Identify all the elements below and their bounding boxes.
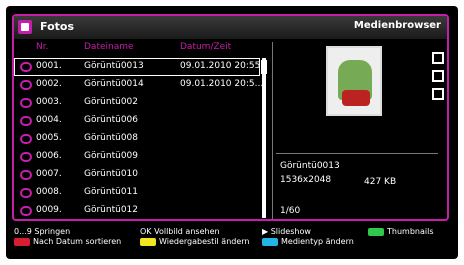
photo-preview bbox=[326, 46, 382, 116]
panel-divider bbox=[272, 42, 273, 219]
image-file-icon bbox=[20, 188, 32, 198]
column-header-datetime[interactable]: Datum/Zeit bbox=[180, 42, 231, 52]
jump-hint: 0...9 Springen bbox=[14, 227, 71, 236]
file-position: 1/60 bbox=[280, 206, 301, 216]
title-bar: Fotos Medienbrowser bbox=[14, 16, 447, 39]
file-row[interactable]: 0005. Görüntü008 bbox=[14, 130, 260, 148]
green-key bbox=[368, 227, 384, 236]
play-icon: ▶ bbox=[262, 227, 269, 236]
image-file-icon bbox=[20, 206, 32, 216]
page-title: Fotos bbox=[40, 20, 74, 33]
selected-file-name: Görüntü0013 bbox=[280, 161, 340, 171]
file-row[interactable]: 0009. Görüntü012 bbox=[14, 202, 260, 220]
red-key bbox=[14, 237, 30, 246]
details-divider bbox=[276, 153, 438, 154]
ok-key: OK bbox=[140, 227, 152, 236]
playback-hint: Wiedergabestil ändern bbox=[140, 237, 250, 246]
selected-file-resolution: 1536x2048 bbox=[280, 175, 332, 185]
image-file-icon bbox=[20, 62, 32, 72]
yellow-key bbox=[140, 237, 156, 246]
file-row[interactable]: 0008. Görüntü011 bbox=[14, 184, 260, 202]
image-file-icon bbox=[20, 152, 32, 162]
file-list: 0001. Görüntü0013 09.01.2010 20:55:. 0002.… bbox=[14, 58, 266, 220]
file-row[interactable]: 0003. Görüntü002 bbox=[14, 94, 260, 112]
image-file-icon bbox=[20, 98, 32, 108]
slideshow-hint: ▶ Slideshow bbox=[262, 227, 311, 236]
image-file-icon bbox=[20, 80, 32, 90]
image-file-icon bbox=[20, 170, 32, 180]
file-row[interactable]: 0006. Görüntü009 bbox=[14, 148, 260, 166]
sort-hint: Nach Datum sortieren bbox=[14, 237, 121, 246]
file-row[interactable]: 0007. Görüntü010 bbox=[14, 166, 260, 184]
blue-key bbox=[262, 237, 278, 246]
column-header-filename[interactable]: Dateiname bbox=[84, 42, 134, 52]
thumbnails-hint: Thumbnails bbox=[368, 227, 433, 236]
stop-icon[interactable] bbox=[432, 88, 444, 100]
file-list-scrollbar[interactable] bbox=[261, 58, 267, 218]
number-keys: 0...9 bbox=[14, 227, 32, 236]
fullscreen-hint: OK Vollbild ansehen bbox=[140, 227, 220, 236]
repeat-icon[interactable] bbox=[432, 52, 444, 64]
shuffle-icon[interactable] bbox=[432, 70, 444, 82]
selected-file-size: 427 KB bbox=[364, 177, 397, 187]
photo-icon bbox=[18, 20, 32, 34]
image-file-icon bbox=[20, 134, 32, 144]
media-type-hint: Medientyp ändern bbox=[262, 237, 354, 246]
scrollbar-thumb[interactable] bbox=[261, 60, 267, 74]
file-row[interactable]: 0004. Görüntü006 bbox=[14, 112, 260, 130]
preview-controls bbox=[432, 52, 444, 106]
column-header-nr[interactable]: Nr. bbox=[36, 42, 48, 52]
cake-illustration bbox=[342, 90, 370, 106]
file-row[interactable]: 0002. Görüntü0014 09.01.2010 20:5... bbox=[14, 76, 263, 94]
footer-hints: 0...9 Springen Nach Datum sortieren OK V… bbox=[14, 223, 447, 255]
image-file-icon bbox=[20, 116, 32, 126]
mode-label: Medienbrowser bbox=[353, 20, 441, 31]
file-row[interactable]: 0001. Görüntü0013 09.01.2010 20:55:. bbox=[14, 58, 266, 76]
